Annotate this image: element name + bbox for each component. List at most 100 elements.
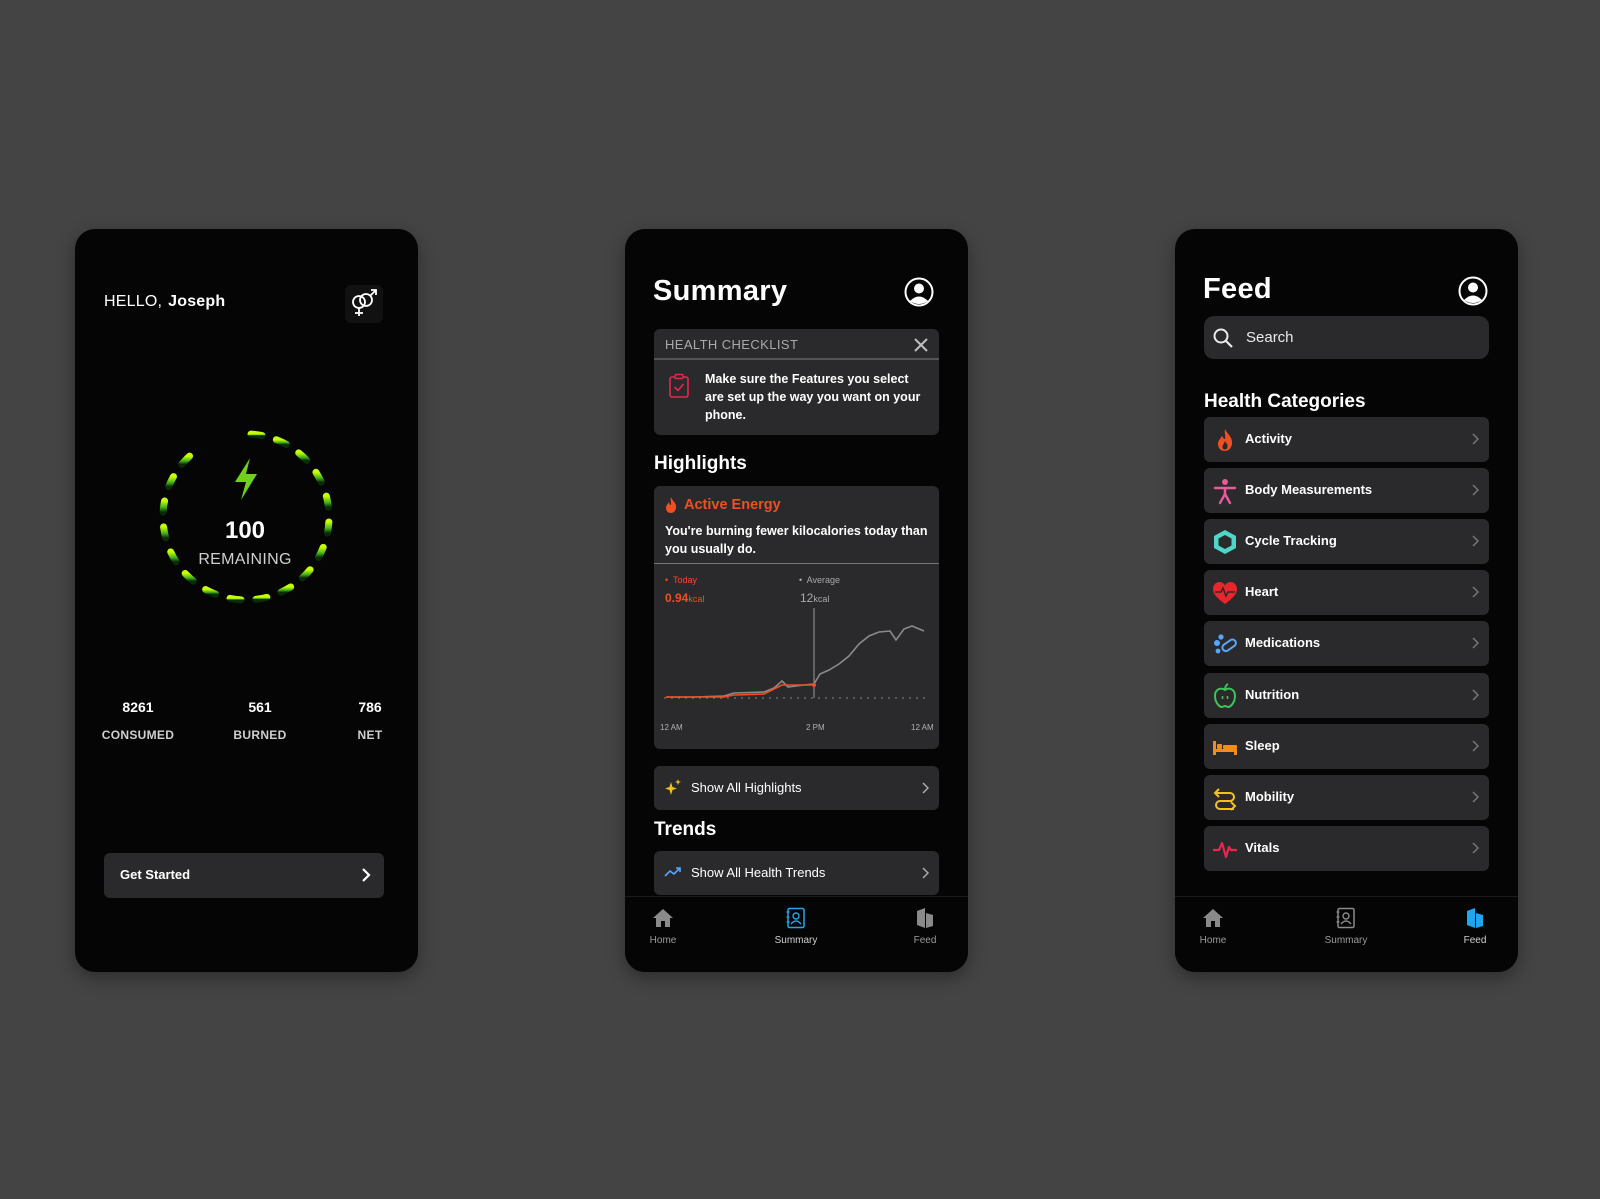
- gender-button[interactable]: [345, 285, 383, 323]
- ring-segment: [322, 492, 332, 511]
- ring-segment: [226, 594, 245, 604]
- page-title: Feed: [1203, 273, 1272, 305]
- legend-average: • Average: [799, 575, 841, 585]
- trends-heading: Trends: [654, 819, 717, 840]
- energy-line-chart: [664, 608, 929, 699]
- heart-icon: [1213, 582, 1237, 604]
- average-value: 12kcal: [800, 591, 830, 605]
- checklist-message: Make sure the Features you select are se…: [705, 372, 921, 422]
- chevron-right-icon: [1472, 689, 1479, 701]
- profile-avatar-icon[interactable]: [1458, 276, 1488, 306]
- ring-segment: [315, 543, 327, 561]
- show-all-trends-button[interactable]: Show All Health Trends: [654, 851, 939, 895]
- category-nutrition[interactable]: Nutrition: [1204, 673, 1489, 718]
- bolt-icon: [235, 458, 257, 500]
- remaining-value: 100: [224, 517, 266, 544]
- category-body-measurements[interactable]: Body Measurements: [1204, 468, 1489, 513]
- hexagon-icon: [1214, 530, 1236, 554]
- feed-icon: [917, 908, 933, 928]
- ring-segment: [202, 586, 220, 598]
- ring-segment: [252, 593, 271, 603]
- category-cycle-tracking[interactable]: Cycle Tracking: [1204, 519, 1489, 564]
- chevron-right-icon: [362, 868, 371, 882]
- summary-screen: Summary HEALTH CHECKLIST Make sure the F…: [625, 229, 968, 972]
- highlight-message: You're burning fewer kilocalories today …: [665, 524, 928, 556]
- remaining-label: REMAINING: [198, 551, 292, 568]
- chevron-right-icon: [1472, 842, 1479, 854]
- chevron-right-icon: [1472, 586, 1479, 598]
- sparkles-icon: [665, 779, 681, 795]
- tab-summary[interactable]: Summary: [766, 907, 826, 946]
- category-mobility[interactable]: Mobility: [1204, 775, 1489, 820]
- stat-net: 786 NET: [357, 699, 383, 742]
- today-value: 0.94kcal: [665, 591, 705, 605]
- tab-bar: Home Summary Feed: [625, 896, 968, 972]
- highlight-title: Active Energy: [684, 497, 781, 513]
- ring-segment: [160, 523, 170, 542]
- chevron-right-icon: [1472, 637, 1479, 649]
- legend-today: • Today: [665, 575, 698, 585]
- trend-up-icon: [664, 867, 681, 877]
- ring-segment: [323, 518, 333, 537]
- ring-segment: [159, 497, 169, 516]
- ring-segment: [181, 569, 197, 585]
- summary-icon: [786, 907, 805, 929]
- summary-icon: [1336, 907, 1355, 929]
- chevron-right-icon: [922, 782, 929, 794]
- tab-feed[interactable]: Feed: [895, 907, 955, 946]
- gender-icon: [352, 289, 377, 316]
- arrows-icon: [1213, 788, 1237, 811]
- category-vitals[interactable]: Vitals: [1204, 826, 1489, 871]
- ring-segment: [247, 430, 266, 440]
- feed-icon: [1467, 908, 1483, 928]
- search-input[interactable]: Search: [1204, 316, 1489, 359]
- clipboard-check-icon: [669, 373, 689, 398]
- greeting: HELLO, Joseph: [104, 293, 226, 310]
- tab-feed[interactable]: Feed: [1445, 907, 1505, 946]
- category-heart[interactable]: Heart: [1204, 570, 1489, 615]
- person-icon: [1213, 479, 1237, 505]
- category-medications[interactable]: Medications: [1204, 621, 1489, 666]
- feed-screen: Feed Search Health Categories Activity Bo…: [1175, 229, 1518, 972]
- category-sleep[interactable]: Sleep: [1204, 724, 1489, 769]
- average-series-line: [666, 625, 925, 698]
- tab-bar: Home Summary Feed: [1175, 896, 1518, 972]
- get-started-button[interactable]: Get Started: [104, 853, 384, 898]
- chevron-right-icon: [1472, 484, 1479, 496]
- x-tick-mid: 2 PM: [806, 723, 825, 732]
- ring-segment: [295, 449, 311, 465]
- show-all-highlights-button[interactable]: Show All Highlights: [654, 766, 939, 810]
- bed-icon: [1213, 741, 1237, 755]
- home-icon: [653, 909, 673, 927]
- ring-segment: [312, 468, 325, 486]
- chevron-right-icon: [922, 867, 929, 879]
- ring-segment: [298, 566, 314, 582]
- user-name: Joseph: [168, 293, 226, 310]
- flame-icon: [666, 497, 677, 513]
- health-checklist-card: HEALTH CHECKLIST Make sure the Features …: [654, 329, 939, 435]
- home-screen: HELLO, Joseph 100 REMAINING 8261 CONSUMED…: [75, 229, 418, 972]
- chevron-right-icon: [1472, 740, 1479, 752]
- tab-home[interactable]: Home: [633, 907, 693, 946]
- category-activity[interactable]: Activity: [1204, 417, 1489, 462]
- tab-summary[interactable]: Summary: [1316, 907, 1376, 946]
- tab-home[interactable]: Home: [1183, 907, 1243, 946]
- chevron-right-icon: [1472, 535, 1479, 547]
- page-title: Summary: [653, 275, 788, 307]
- stat-consumed: 8261 CONSUMED: [101, 699, 175, 742]
- active-energy-card[interactable]: Active Energy You're burning fewer kiloc…: [654, 486, 939, 749]
- health-categories-heading: Health Categories: [1204, 391, 1366, 412]
- pills-icon: [1214, 634, 1237, 654]
- ring-segment: [277, 583, 295, 596]
- x-tick-end: 12 AM: [911, 723, 934, 732]
- pulse-icon: [1213, 841, 1237, 859]
- stat-burned: 561 BURNED: [233, 699, 287, 742]
- search-icon: [1213, 328, 1233, 348]
- chevron-right-icon: [1472, 791, 1479, 803]
- ring-segment: [272, 436, 290, 448]
- close-icon[interactable]: [913, 337, 929, 353]
- ring-segment: [165, 473, 177, 491]
- apple-icon: [1213, 683, 1237, 709]
- highlights-heading: Highlights: [654, 453, 747, 474]
- profile-avatar-icon[interactable]: [904, 277, 934, 307]
